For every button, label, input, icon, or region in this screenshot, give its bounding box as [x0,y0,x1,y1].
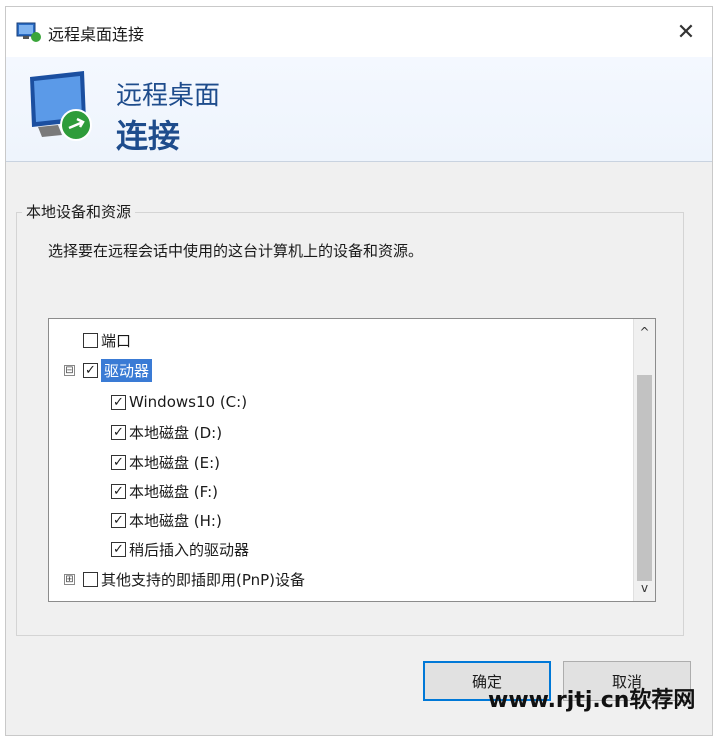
tree-item-drive-d[interactable]: ✓ 本地磁盘 (D:) [111,419,222,445]
remote-desktop-app-icon [16,22,41,42]
checkbox-drive-e[interactable]: ✓ [111,454,126,470]
tree-item-pnp-devices[interactable]: 其他支持的即插即用(PnP)设备 [83,566,305,592]
check-icon: ✓ [113,512,124,528]
tree-item-label: 本地磁盘 (E:) [129,453,221,472]
check-icon: ✓ [113,454,124,470]
watermark-text: www.rjtj.cn软荐网 [488,688,696,713]
group-description: 选择要在远程会话中使用的这台计算机上的设备和资源。 [48,242,424,260]
banner-title-line1: 远程桌面 [116,81,221,111]
tree-item-later-drives[interactable]: ✓ 稍后插入的驱动器 [111,536,249,562]
scroll-down-icon[interactable]: v [634,577,655,599]
device-tree[interactable]: 端口 ⊟ ✓ 驱动器 ✓ Windows10 (C:) ✓ 本地磁盘 (D:) … [48,318,656,602]
tree-item-label: 稍后插入的驱动器 [129,540,250,559]
tree-item-label: Windows10 (C:) [129,393,248,411]
check-icon: ✓ [113,483,124,499]
checkbox-drives[interactable]: ✓ [83,362,98,378]
title-bar: 远程桌面连接 ✕ [6,7,712,57]
checkbox-drive-f[interactable]: ✓ [111,483,126,499]
check-icon: ✓ [113,394,124,410]
collapse-icon[interactable]: ⊟ [64,365,75,376]
banner-title-line2: 连接 [116,117,181,155]
tree-item-ports[interactable]: 端口 [83,327,131,353]
tree-item-label: 端口 [101,331,132,350]
tree-item-label: 本地磁盘 (F:) [129,482,218,501]
checkbox-pnp-devices[interactable] [83,571,98,587]
check-icon: ✓ [85,362,96,378]
checkbox-drive-d[interactable]: ✓ [111,424,126,440]
close-icon: ✕ [676,19,696,45]
checkbox-ports[interactable] [83,332,98,348]
tree-item-label: 本地磁盘 (H:) [129,511,222,530]
tree-item-drives[interactable]: ✓ 驱动器 [83,357,153,383]
scroll-up-icon[interactable]: ^ [634,321,655,343]
checkbox-drive-c[interactable]: ✓ [111,394,126,410]
header-banner: 远程桌面 连接 [6,57,712,162]
check-icon: ✓ [113,541,124,557]
tree-item-label: 其他支持的即插即用(PnP)设备 [101,570,306,589]
vertical-scrollbar[interactable]: ^ v [633,319,655,601]
monitor-icon [30,71,92,141]
tree-item-drive-f[interactable]: ✓ 本地磁盘 (F:) [111,478,218,504]
tree-item-label-selected: 驱动器 [101,358,153,382]
expand-icon[interactable]: ⊞ [64,574,75,585]
tree-item-drive-e[interactable]: ✓ 本地磁盘 (E:) [111,449,220,475]
tree-item-label: 本地磁盘 (D:) [129,423,223,442]
group-legend: 本地设备和资源 [22,201,136,222]
tree-item-drive-h[interactable]: ✓ 本地磁盘 (H:) [111,507,222,533]
window-title: 远程桌面连接 [48,25,145,44]
scrollbar-thumb[interactable] [637,375,652,581]
check-icon: ✓ [113,424,124,440]
checkbox-drive-h[interactable]: ✓ [111,512,126,528]
checkbox-later-drives[interactable]: ✓ [111,541,126,557]
tree-item-drive-c[interactable]: ✓ Windows10 (C:) [111,389,247,415]
close-button[interactable]: ✕ [666,13,706,51]
